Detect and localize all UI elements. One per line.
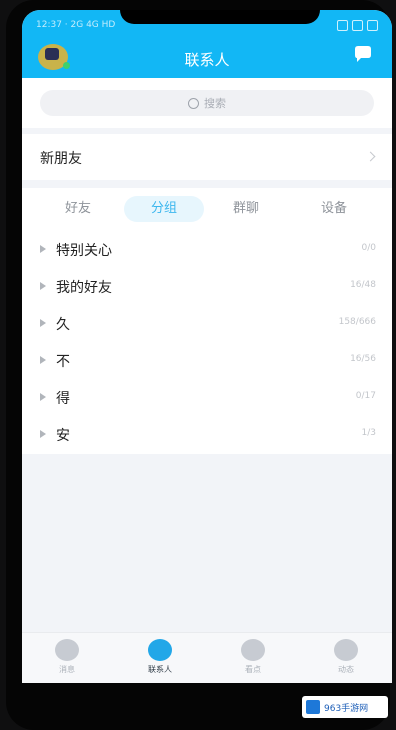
group-count: 0/0 [361,243,376,253]
tab-group-chats[interactable]: 群聊 [212,196,280,222]
nav-messages[interactable]: 消息 [32,639,102,675]
contact-tabs: 好友 分组 群聊 设备 [22,196,392,224]
group-row[interactable]: 得 0/17 [22,380,392,416]
vibrate-icon [337,20,348,31]
nav-label: 联系人 [148,665,172,674]
new-friends-label: 新朋友 [40,151,82,167]
nav-label: 动态 [338,665,354,674]
app-screen: 12:37 · 2G 4G HD 联系人 搜索 新朋友 好友 分组 群聊 设备 … [22,10,392,683]
group-count: 158/666 [338,317,376,327]
group-row[interactable]: 久 158/666 [22,306,392,342]
tab-friends[interactable]: 好友 [44,196,112,222]
group-row[interactable]: 不 16/56 [22,343,392,379]
group-row[interactable]: 特别关心 0/0 [22,232,392,268]
group-name: 不 [56,354,70,370]
caret-right-icon [40,245,46,253]
search-section: 搜索 [22,78,392,128]
eye-icon [241,639,265,661]
group-name: 我的好友 [56,280,112,296]
message-bubble-icon[interactable] [352,44,374,66]
message-icon [55,639,79,661]
search-input[interactable]: 搜索 [40,90,374,116]
caret-right-icon [40,282,46,290]
tab-devices[interactable]: 设备 [300,196,368,222]
group-count: 0/17 [355,391,376,401]
search-icon [188,97,199,109]
new-friends-row[interactable]: 新朋友 [22,134,392,180]
nav-moments[interactable]: 动态 [311,639,381,675]
page-title: 联系人 [184,51,230,69]
nav-watch[interactable]: 看点 [218,639,288,675]
camera-notch [120,10,320,24]
planet-icon [334,639,358,661]
phone-frame: 12:37 · 2G 4G HD 联系人 搜索 新朋友 好友 分组 群聊 设备 … [6,0,392,730]
caret-right-icon [40,393,46,401]
group-name: 特别关心 [56,243,112,259]
caret-right-icon [40,430,46,438]
group-row[interactable]: 安 1/3 [22,417,392,453]
group-name: 久 [56,317,70,333]
group-count: 1/3 [361,428,376,438]
contacts-icon [148,639,172,661]
nav-label: 消息 [59,665,75,674]
chevron-right-icon [365,151,376,162]
search-placeholder: 搜索 [204,97,226,110]
bottom-nav: 消息 联系人 看点 动态 [22,632,392,683]
status-icons [337,20,378,31]
status-time: 12:37 · 2G 4G HD [36,20,116,30]
watermark-text: 963手游网 [324,703,369,714]
signal-icon [352,20,363,31]
group-name: 安 [56,428,70,444]
caret-right-icon [40,356,46,364]
site-watermark: 963手游网 [302,696,388,718]
site-logo-icon [306,700,320,714]
group-name: 得 [56,391,70,407]
caret-right-icon [40,319,46,327]
group-count: 16/56 [350,354,376,364]
group-count: 16/48 [350,280,376,290]
contacts-list-area: 好友 分组 群聊 设备 特别关心 0/0 我的好友 16/48 久 158/66… [22,188,392,454]
nav-label: 看点 [245,665,261,674]
nav-contacts[interactable]: 联系人 [125,639,195,675]
tab-groups[interactable]: 分组 [124,196,204,222]
group-row[interactable]: 我的好友 16/48 [22,269,392,305]
battery-icon [367,20,378,31]
